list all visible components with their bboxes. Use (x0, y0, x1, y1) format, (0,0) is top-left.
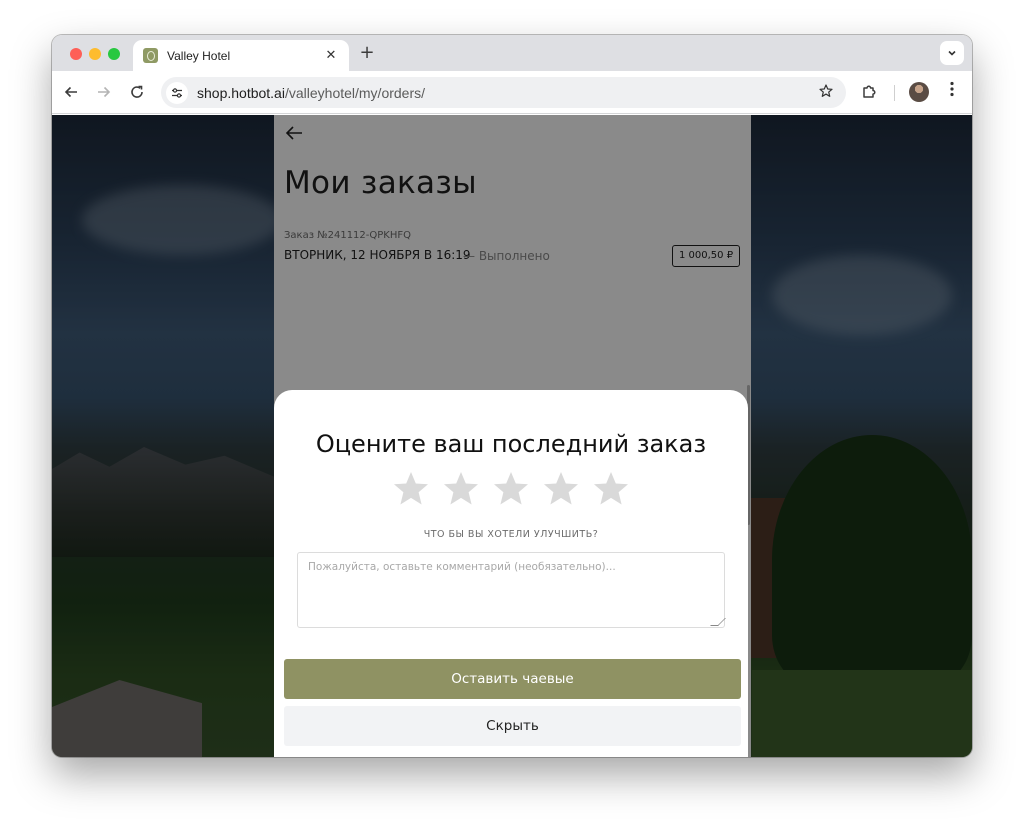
browser-window: Valley Hotel ✕ + shop.hotbot.ai/valleyho… (52, 35, 972, 757)
improve-label: ЧТО БЫ ВЫ ХОТЕЛИ УЛУЧШИТЬ? (423, 529, 599, 540)
minimize-window-button[interactable] (89, 48, 101, 60)
order-number: Заказ №241112-QPKHFQ (284, 230, 411, 241)
chevron-down-icon[interactable] (940, 41, 964, 65)
browser-toolbar: shop.hotbot.ai/valleyhotel/my/orders/ (52, 71, 972, 114)
star-icon-4[interactable] (541, 469, 581, 509)
star-rating (391, 469, 631, 509)
page-viewport: Мои заказы Заказ №241112-QPKHFQ ВТОРНИК,… (52, 115, 972, 757)
reload-icon[interactable] (127, 82, 147, 102)
arrow-left-icon[interactable] (284, 123, 306, 145)
rating-modal: Оцените ваш последний заказ ЧТО БЫ ВЫ ХО… (274, 390, 748, 757)
more-vertical-icon[interactable] (942, 81, 962, 103)
address-bar[interactable]: shop.hotbot.ai/valleyhotel/my/orders/ (161, 77, 846, 108)
comment-textarea[interactable] (297, 552, 725, 628)
url-path: /valleyhotel/my/orders/ (284, 84, 426, 101)
url-host: shop.hotbot.ai (197, 84, 285, 101)
tab-valley-hotel[interactable]: Valley Hotel ✕ (133, 40, 349, 71)
hotel-logo-icon (143, 48, 158, 63)
toolbar-divider (894, 85, 895, 101)
url-text[interactable]: shop.hotbot.ai/valleyhotel/my/orders/ (197, 85, 815, 101)
tab-title: Valley Hotel (167, 48, 231, 63)
tab-strip: Valley Hotel ✕ + (52, 35, 972, 71)
new-tab-button[interactable]: + (358, 43, 376, 63)
tab-close-icon[interactable]: ✕ (323, 48, 339, 63)
order-price-badge: 1 000,50 ₽ (672, 245, 741, 267)
tune-icon[interactable] (166, 81, 188, 104)
arrow-left-icon[interactable] (61, 82, 81, 102)
puzzle-icon[interactable] (860, 82, 880, 102)
order-date[interactable]: ВТОРНИК, 12 НОЯБРЯ В 16:19 (284, 248, 471, 262)
star-icon-5[interactable] (591, 469, 631, 509)
star-icon-1[interactable] (391, 469, 431, 509)
star-outline-icon[interactable] (815, 83, 837, 103)
close-window-button[interactable] (70, 48, 82, 60)
modal-title: Оцените ваш последний заказ (315, 430, 707, 458)
leave-tip-button[interactable]: Оставить чаевые (284, 659, 741, 699)
order-status: — Выполнено (463, 249, 550, 263)
hide-button[interactable]: Скрыть (284, 706, 741, 746)
arrow-right-icon[interactable] (94, 82, 114, 102)
star-icon-3[interactable] (491, 469, 531, 509)
star-icon-2[interactable] (441, 469, 481, 509)
zoom-window-button[interactable] (108, 48, 120, 60)
profile-avatar[interactable] (909, 82, 929, 102)
page-title: Мои заказы (284, 165, 477, 201)
